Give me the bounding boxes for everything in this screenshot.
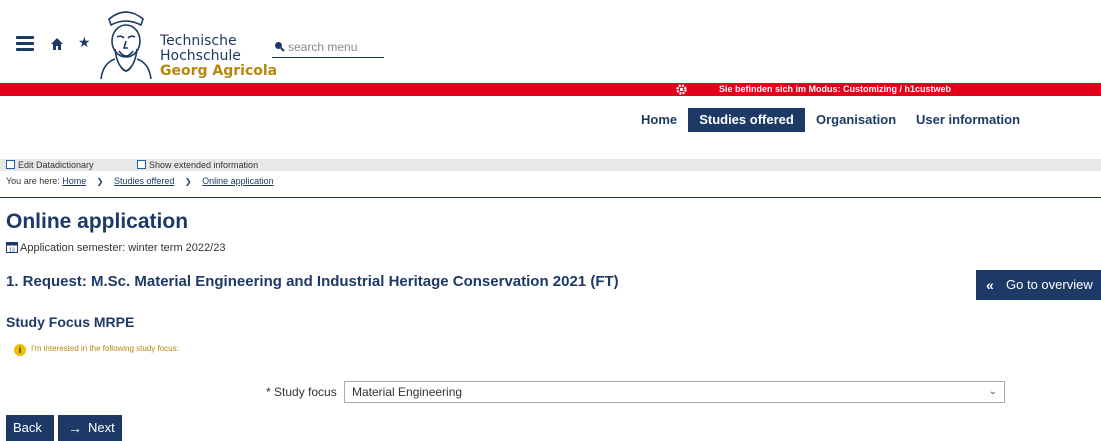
calendar-icon: 13	[6, 242, 18, 254]
top-navigation: Home Studies offered Organisation User i…	[0, 108, 1101, 132]
study-focus-heading: Study Focus MRPE	[6, 314, 135, 330]
study-focus-label: * Study focus	[266, 385, 337, 399]
svg-text:13: 13	[9, 248, 15, 254]
search-input[interactable]: search menu	[272, 38, 384, 58]
header: ★ Technische Hochschule Georg Agricola s…	[0, 0, 1101, 83]
toolbar: Edit Datadictionary Show extended inform…	[0, 159, 1101, 171]
star-icon[interactable]: ★	[78, 34, 91, 50]
mode-text: Sie befinden sich im Modus: Customizing …	[719, 84, 952, 94]
next-button[interactable]: → Next	[58, 415, 122, 441]
application-semester: 13 Application semester: winter term 2022…	[6, 241, 225, 254]
show-extended-info-label: Show extended information	[149, 160, 259, 170]
study-focus-select[interactable]: Material Engineering ⌄	[344, 381, 1005, 403]
study-focus-value: Material Engineering	[352, 385, 463, 399]
checkbox-icon	[137, 160, 146, 169]
chevron-down-icon: ⌄	[988, 386, 997, 397]
application-semester-text: Application semester: winter term 2022/2…	[20, 242, 226, 254]
arrow-right-icon: →	[68, 420, 82, 436]
search-icon	[275, 42, 285, 52]
go-to-overview-label: Go to overview	[1006, 277, 1093, 292]
breadcrumb-home[interactable]: Home	[62, 176, 86, 186]
divider	[0, 197, 1101, 198]
chevron-right-icon: ❯	[184, 177, 192, 186]
nav-organisation[interactable]: Organisation	[806, 108, 906, 132]
brand-line-2: Hochschule	[160, 48, 241, 64]
edit-datadictionary-label: Edit Datadictionary	[18, 160, 94, 170]
breadcrumb-prefix: You are here:	[6, 176, 60, 186]
info-hint: i I'm interested in the following study f…	[14, 344, 179, 356]
brand-line-1: Technische	[160, 33, 237, 49]
university-logo[interactable]	[95, 5, 157, 80]
nav-studies-offered[interactable]: Studies offered	[688, 108, 805, 132]
nav-user-information[interactable]: User information	[906, 108, 1030, 132]
request-title: 1. Request: M.Sc. Material Engineering a…	[6, 273, 619, 290]
breadcrumb-studies-offered[interactable]: Studies offered	[114, 176, 174, 186]
nav-home[interactable]: Home	[631, 108, 687, 132]
mode-bar: Sie befinden sich im Modus: Customizing …	[0, 83, 1101, 96]
search-placeholder: search menu	[288, 40, 358, 54]
chevron-right-icon: ❯	[96, 177, 104, 186]
go-to-overview-button[interactable]: « Go to overview	[976, 270, 1101, 300]
info-icon: i	[14, 344, 26, 356]
home-icon[interactable]	[50, 37, 64, 51]
breadcrumb: You are here: Home ❯ Studies offered ❯ O…	[6, 176, 274, 186]
brand-line-3: Georg Agricola	[160, 63, 278, 79]
next-label: Next	[88, 420, 115, 435]
menu-icon[interactable]	[16, 36, 34, 52]
back-button[interactable]: Back	[6, 415, 54, 441]
university-name[interactable]: Technische Hochschule Georg Agricola	[160, 34, 277, 79]
page-title: Online application	[6, 210, 189, 233]
show-extended-info-toggle[interactable]: Show extended information	[137, 159, 258, 171]
checkbox-icon	[6, 160, 15, 169]
double-chevron-left-icon: «	[986, 277, 994, 293]
info-hint-text: I'm interested in the following study fo…	[31, 344, 179, 353]
gear-icon[interactable]	[675, 83, 688, 96]
edit-datadictionary-toggle[interactable]: Edit Datadictionary	[6, 159, 94, 171]
breadcrumb-online-application[interactable]: Online application	[202, 176, 274, 186]
